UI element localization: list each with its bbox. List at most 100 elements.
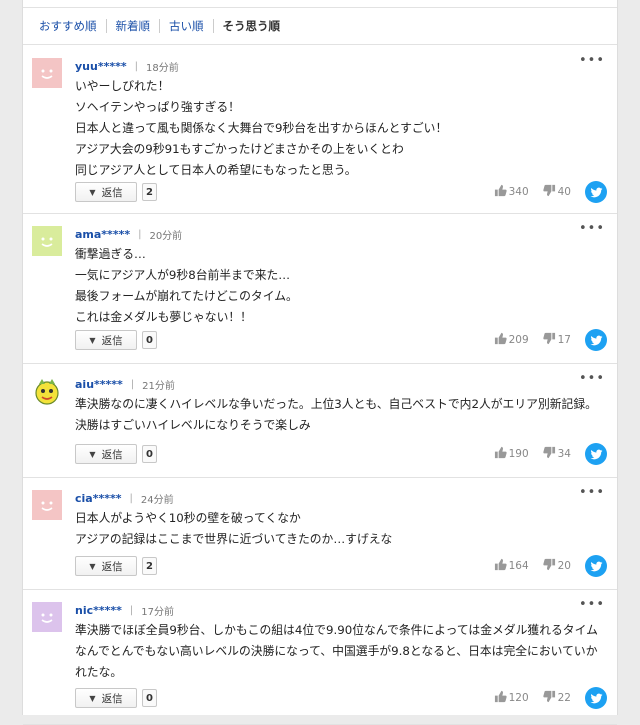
- comment-line: 一気にアジア人が9秒8台前半まで来た…: [75, 268, 291, 282]
- comment-line: 日本人と違って風も関係なく大舞台で9秒台を出すからほんとすごい！: [75, 121, 448, 135]
- reply-row: ▼ 返信 2: [75, 182, 157, 202]
- username[interactable]: yuu*****: [75, 60, 127, 73]
- reply-label: 返信: [101, 186, 123, 199]
- twitter-share-icon[interactable]: [585, 329, 607, 351]
- like-count: 209: [508, 334, 529, 346]
- comment-line: いやーしびれた！: [75, 79, 170, 93]
- reply-button[interactable]: ▼ 返信: [75, 556, 137, 576]
- more-options-icon[interactable]: •••: [579, 372, 604, 390]
- like-button[interactable]: 340: [494, 184, 529, 200]
- comment-line: これは金メダルも夢じゃない！！: [75, 310, 252, 324]
- reply-row: ▼ 返信 0: [75, 444, 157, 464]
- like-count: 164: [508, 560, 529, 572]
- comment-line: 準決勝でほぼ全員9秒台、しかもこの組は4位で9.90位なんで条件によっては金メダ…: [75, 623, 598, 679]
- comment-text: 準決勝なのに凄くハイレベルな争いだった。上位3人とも、自己ベストで内2人がエリア…: [75, 394, 603, 436]
- reply-row: ▼ 返信 2: [75, 556, 157, 576]
- comment-line: ソヘイテンやっぱり強すぎる！: [75, 100, 240, 114]
- more-options-icon[interactable]: •••: [579, 486, 604, 504]
- vote-bar: 120 22: [494, 686, 607, 710]
- comment-line: 衝撃過ぎる…: [75, 247, 146, 261]
- vote-bar: 190 34: [494, 442, 607, 466]
- username[interactable]: aiu*****: [75, 378, 123, 391]
- reply-label: 返信: [101, 334, 123, 347]
- comment-meta: cia***** | 24分前: [75, 490, 174, 506]
- vote-bar: 209 17: [494, 328, 607, 352]
- user-avatar-icon[interactable]: [32, 490, 62, 520]
- comment-meta: yuu***** | 18分前: [75, 58, 179, 74]
- twitter-share-icon[interactable]: [585, 555, 607, 577]
- like-button[interactable]: 209: [494, 332, 529, 348]
- dislike-count: 17: [557, 334, 571, 346]
- user-avatar-icon[interactable]: [32, 602, 62, 632]
- tab-agree[interactable]: そう思う順: [214, 19, 290, 33]
- meta-separator: |: [134, 60, 138, 72]
- reply-count[interactable]: 0: [142, 331, 157, 349]
- username[interactable]: cia*****: [75, 492, 121, 505]
- thumbs-down-icon: [542, 446, 558, 462]
- reply-count[interactable]: 0: [142, 445, 157, 463]
- thumbs-down-icon: [542, 690, 558, 706]
- dislike-button[interactable]: 20: [542, 558, 571, 574]
- twitter-share-icon[interactable]: [585, 181, 607, 203]
- reply-label: 返信: [101, 448, 123, 461]
- dislike-button[interactable]: 17: [542, 332, 571, 348]
- dislike-button[interactable]: 40: [542, 184, 571, 200]
- twitter-share-icon[interactable]: [585, 443, 607, 465]
- caret-down-icon: ▼: [89, 335, 96, 345]
- post-time: 21分前: [142, 380, 175, 392]
- like-button[interactable]: 164: [494, 558, 529, 574]
- user-avatar-icon[interactable]: [32, 58, 62, 88]
- sort-tabs: おすすめ順 新着順 古い順 そう思う順: [23, 8, 617, 45]
- top-divider: [23, 0, 617, 8]
- caret-down-icon: ▼: [89, 449, 96, 459]
- username[interactable]: ama*****: [75, 228, 130, 241]
- dislike-count: 34: [557, 448, 571, 460]
- more-options-icon[interactable]: •••: [579, 222, 604, 240]
- caret-down-icon: ▼: [89, 561, 96, 571]
- user-avatar-icon[interactable]: [32, 376, 62, 406]
- thumbs-up-icon: [494, 332, 509, 348]
- post-time: 20分前: [149, 230, 183, 242]
- more-options-icon[interactable]: •••: [579, 598, 604, 616]
- reply-count[interactable]: 2: [142, 557, 157, 575]
- user-avatar-icon[interactable]: [32, 226, 62, 256]
- dislike-count: 40: [557, 186, 571, 198]
- comment-item: yuu***** | 18分前 ••• いやーしびれた！ ソヘイテンやっぱり強すぎる！ 日本…: [23, 46, 617, 214]
- comment-text: 準決勝でほぼ全員9秒台、しかもこの組は4位で9.90位なんで条件によっては金メダ…: [75, 620, 603, 683]
- username[interactable]: nic*****: [75, 604, 122, 617]
- comment-item: cia***** | 24分前 ••• 日本人がようやく10秒の壁を破ってくなか アジアの…: [23, 478, 617, 590]
- dislike-count: 22: [557, 692, 571, 704]
- comment-item: aiu***** | 21分前 ••• 準決勝なのに凄くハイレベルな争いだった。上位3人…: [23, 364, 617, 478]
- tab-recommended[interactable]: おすすめ順: [30, 19, 107, 33]
- reply-button[interactable]: ▼ 返信: [75, 444, 137, 464]
- reply-button[interactable]: ▼ 返信: [75, 182, 137, 202]
- comment-meta: aiu***** | 21分前: [75, 376, 175, 392]
- vote-bar: 164 20: [494, 554, 607, 578]
- comment-meta: nic***** | 17分前: [75, 602, 174, 618]
- thumbs-down-icon: [542, 332, 558, 348]
- reply-button[interactable]: ▼ 返信: [75, 688, 137, 708]
- tab-oldest[interactable]: 古い順: [160, 19, 214, 33]
- reply-button[interactable]: ▼ 返信: [75, 330, 137, 350]
- comment-line: アジアの記録はここまで世界に近づいてきたのか…すげえな: [75, 532, 393, 546]
- comment-text: 衝撃過ぎる… 一気にアジア人が9秒8台前半まで来た… 最後フォームが崩れてたけどこの…: [75, 244, 603, 328]
- twitter-share-icon[interactable]: [585, 687, 607, 709]
- vote-bar: 340 40: [494, 180, 607, 204]
- post-time: 18分前: [145, 62, 179, 74]
- comment-meta: ama***** | 20分前: [75, 226, 182, 242]
- like-button[interactable]: 120: [494, 690, 529, 706]
- reply-count[interactable]: 2: [142, 183, 157, 201]
- caret-down-icon: ▼: [89, 187, 96, 197]
- like-button[interactable]: 190: [494, 446, 529, 462]
- like-count: 190: [508, 448, 529, 460]
- tab-newest[interactable]: 新着順: [107, 19, 160, 33]
- reply-count[interactable]: 0: [142, 689, 157, 707]
- more-options-icon[interactable]: •••: [579, 54, 604, 72]
- meta-separator: |: [138, 228, 142, 240]
- comment-line: 同じアジア人として日本人の希望にもなったと思う。: [75, 163, 357, 177]
- thumbs-down-icon: [542, 184, 558, 200]
- reply-row: ▼ 返信 0: [75, 688, 157, 708]
- dislike-button[interactable]: 22: [542, 690, 571, 706]
- dislike-button[interactable]: 34: [542, 446, 571, 462]
- comment-text: 日本人がようやく10秒の壁を破ってくなか アジアの記録はここまで世界に近づいてきた…: [75, 508, 603, 550]
